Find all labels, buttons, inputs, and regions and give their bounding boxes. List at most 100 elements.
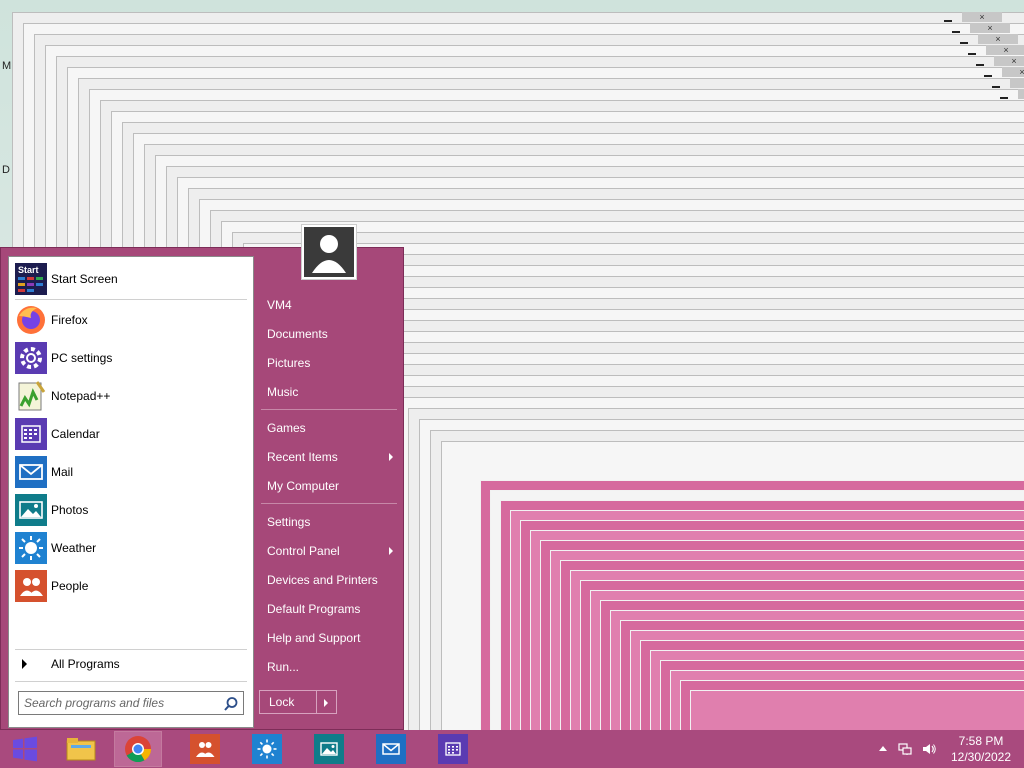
volume-icon[interactable] — [922, 742, 936, 756]
window-close-button[interactable]: × — [962, 12, 1002, 22]
show-hidden-icons-icon[interactable] — [876, 742, 890, 756]
search-box[interactable] — [18, 691, 244, 715]
mail-icon — [15, 456, 47, 488]
link-label: VM4 — [267, 298, 292, 312]
photos-icon — [15, 494, 47, 526]
window-close-button[interactable]: × — [1010, 78, 1024, 88]
program-label: People — [51, 579, 89, 593]
link-label: Documents — [267, 327, 328, 341]
window-minimize-button[interactable] — [952, 31, 960, 33]
link-label: Settings — [267, 515, 311, 529]
start-button[interactable] — [0, 730, 50, 768]
all-programs-button[interactable]: All Programs — [15, 653, 251, 675]
window-minimize-button[interactable] — [968, 53, 976, 55]
gear-icon — [15, 342, 47, 374]
window-close-button[interactable]: × — [970, 23, 1010, 33]
program-label: Firefox — [51, 313, 88, 327]
program-photos[interactable]: Photos — [15, 492, 251, 528]
notepad-plus-plus-icon — [15, 380, 47, 412]
taskbar-mail[interactable] — [367, 731, 415, 767]
window-close-button[interactable]: × — [978, 34, 1018, 44]
calendar-icon — [15, 418, 47, 450]
link-devices-and-printers[interactable]: Devices and Printers — [259, 568, 399, 592]
chrome-icon — [125, 736, 152, 763]
link-label: My Computer — [267, 479, 340, 493]
link-help-and-support[interactable]: Help and Support — [259, 626, 399, 650]
program-label: Weather — [51, 541, 97, 555]
program-people[interactable]: People — [15, 568, 251, 604]
search-input[interactable] — [24, 695, 214, 711]
program-firefox[interactable]: Firefox — [15, 302, 251, 338]
weather-icon — [15, 532, 47, 564]
window-close-button[interactable]: × — [1018, 89, 1024, 99]
link-label: Run... — [267, 660, 300, 674]
program-calendar[interactable]: Calendar — [15, 416, 251, 452]
taskbar-file-explorer[interactable] — [57, 731, 105, 767]
clock-date[interactable]: 12/30/2022 — [946, 750, 1016, 764]
link-run[interactable]: Run... — [259, 655, 399, 679]
link-label: Help and Support — [267, 631, 361, 645]
window-close-button[interactable]: × — [994, 56, 1024, 66]
taskbar-people[interactable] — [181, 731, 229, 767]
window-minimize-button[interactable] — [944, 20, 952, 22]
taskbar-chrome[interactable] — [114, 731, 162, 767]
people-icon — [190, 734, 220, 764]
link-label: Recent Items — [267, 450, 338, 464]
program-label: Mail — [51, 465, 74, 479]
shutdown-options-button[interactable] — [317, 690, 337, 714]
link-documents[interactable]: Documents — [259, 322, 399, 346]
link-user-folder[interactable]: VM4 — [259, 293, 399, 317]
chevron-right-icon — [389, 453, 393, 461]
window-minimize-button[interactable] — [960, 42, 968, 44]
network-icon[interactable] — [898, 742, 912, 756]
program-pc-settings[interactable]: PC settings — [15, 340, 251, 376]
link-pictures[interactable]: Pictures — [259, 351, 399, 375]
link-my-computer[interactable]: My Computer — [259, 474, 399, 498]
program-notepad-plus-plus[interactable]: Notepad++ — [15, 378, 251, 414]
program-start-screen[interactable]: Start Start Screen — [15, 261, 251, 297]
lock-button[interactable]: Lock — [259, 690, 317, 714]
program-weather[interactable]: Weather — [15, 530, 251, 566]
link-settings[interactable]: Settings — [259, 510, 399, 534]
taskbar-weather[interactable] — [243, 731, 291, 767]
taskbar-photos[interactable] — [305, 731, 353, 767]
user-avatar[interactable] — [301, 224, 357, 280]
window-minimize-button[interactable] — [992, 86, 1000, 88]
program-label: Calendar — [51, 427, 100, 441]
programs-pane: Start Start Screen Firefox PC settings N… — [8, 256, 254, 728]
window-close-button[interactable]: × — [1002, 67, 1024, 77]
link-default-programs[interactable]: Default Programs — [259, 597, 399, 621]
window-minimize-button[interactable] — [976, 64, 984, 66]
link-games[interactable]: Games — [259, 416, 399, 440]
link-control-panel[interactable]: Control Panel — [259, 539, 399, 563]
calendar-icon — [438, 734, 468, 764]
firefox-icon — [15, 304, 47, 336]
clock-time[interactable]: 7:58 PM — [946, 734, 1016, 748]
window-close-button[interactable]: × — [986, 45, 1024, 55]
link-label: Control Panel — [267, 544, 340, 558]
link-music[interactable]: Music — [259, 380, 399, 404]
program-mail[interactable]: Mail — [15, 454, 251, 490]
program-label: Photos — [51, 503, 89, 517]
divider — [15, 649, 247, 650]
windows-logo-icon — [13, 736, 37, 762]
window-minimize-button[interactable] — [984, 75, 992, 77]
start-screen-tile-text: Start — [18, 265, 39, 275]
program-label: Notepad++ — [51, 389, 111, 403]
people-icon — [15, 570, 47, 602]
divider — [261, 503, 397, 504]
link-recent-items[interactable]: Recent Items — [259, 445, 399, 469]
start-menu: Start Start Screen Firefox PC settings N… — [0, 224, 404, 730]
link-label: Devices and Printers — [267, 573, 378, 587]
window-minimize-button[interactable] — [1000, 97, 1008, 99]
mail-icon — [376, 734, 406, 764]
file-explorer-icon — [66, 738, 96, 761]
link-label: Music — [267, 385, 299, 399]
program-label: Start Screen — [51, 272, 118, 286]
divider — [15, 299, 247, 300]
chevron-right-icon — [389, 547, 393, 555]
search-icon[interactable] — [223, 696, 239, 712]
divider — [261, 409, 397, 410]
taskbar-calendar[interactable] — [429, 731, 477, 767]
chevron-right-icon — [22, 659, 27, 669]
